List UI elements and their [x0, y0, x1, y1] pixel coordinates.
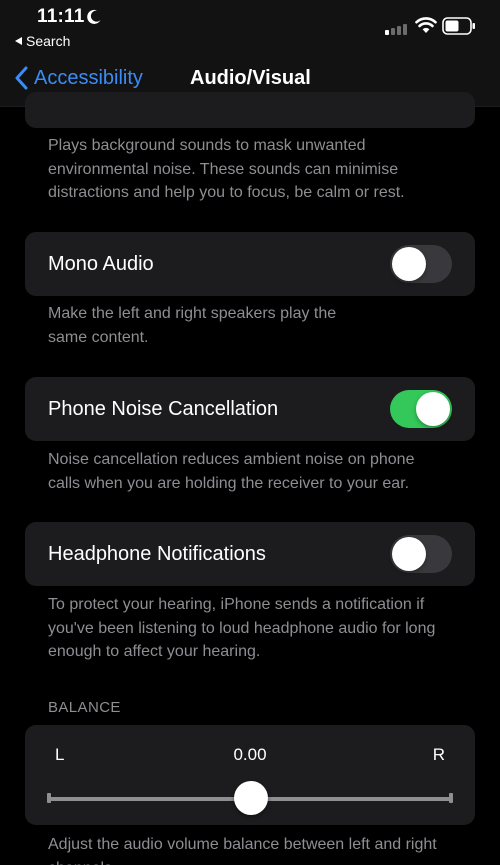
headphone-notifications-cell: Headphone Notifications — [25, 522, 475, 586]
phone-noise-cancellation-description: Noise cancellation reduces ambient noise… — [48, 451, 415, 492]
slider-max-tick — [449, 793, 453, 803]
balance-cell: L 0.00 R — [25, 725, 475, 825]
phone-noise-cancellation-toggle[interactable] — [390, 390, 452, 428]
page-title: Audio/Visual — [190, 67, 311, 89]
headphone-notifications-label: Headphone Notifications — [48, 543, 266, 565]
toggle-knob — [392, 247, 426, 281]
mono-audio-cell: Mono Audio — [25, 232, 475, 296]
back-button-label: Accessibility — [34, 66, 143, 89]
mono-audio-description: Make the left and right speakers play th… — [48, 305, 337, 346]
balance-description: Adjust the audio volume balance between … — [48, 836, 437, 865]
toggle-knob — [392, 537, 426, 571]
back-button[interactable]: Accessibility — [14, 66, 143, 90]
toggle-knob — [416, 392, 450, 426]
status-time: 11:11 — [37, 6, 85, 27]
balance-slider-thumb[interactable] — [234, 781, 268, 815]
back-to-search-link[interactable]: Search — [15, 33, 70, 49]
chevron-left-icon — [15, 66, 28, 90]
status-bar: 11:11 Search — [0, 0, 500, 54]
phone-noise-cancellation-cell: Phone Noise Cancellation — [25, 377, 475, 441]
balance-section-header: BALANCE — [48, 699, 121, 716]
cellular-signal-icon — [385, 24, 407, 35]
battery-icon — [442, 17, 475, 35]
back-triangle-icon — [15, 37, 22, 45]
settings-screen: 11:11 Search Accessibility Audio/Visual … — [0, 0, 500, 865]
mono-audio-label: Mono Audio — [48, 253, 154, 275]
wifi-icon — [415, 17, 437, 33]
balance-value: 0.00 — [233, 745, 267, 764]
background-sounds-description: Plays background sounds to mask unwanted… — [48, 137, 405, 201]
background-sounds-cell[interactable] — [25, 92, 475, 128]
back-to-app-label: Search — [26, 33, 71, 49]
mono-audio-toggle[interactable] — [390, 245, 452, 283]
balance-right-label: R — [432, 745, 445, 764]
headphone-notifications-toggle[interactable] — [390, 535, 452, 573]
phone-noise-cancellation-label: Phone Noise Cancellation — [48, 398, 279, 420]
moon-icon — [87, 9, 101, 24]
headphone-notifications-description: To protect your hearing, iPhone sends a … — [48, 596, 436, 660]
